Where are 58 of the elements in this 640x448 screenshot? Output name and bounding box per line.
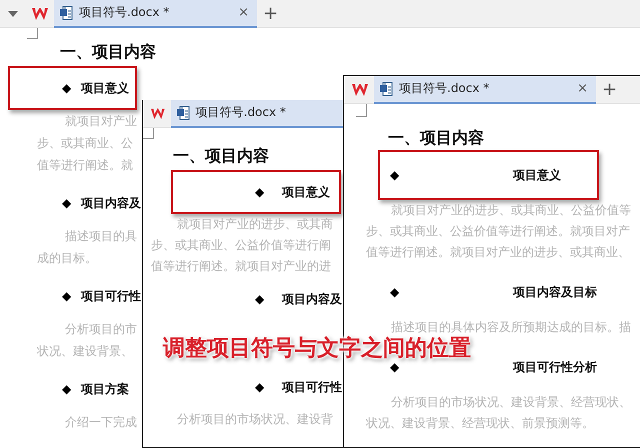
bullet-symbol: ◆ xyxy=(255,185,264,199)
item-title: 项目方案 xyxy=(81,380,130,398)
section-heading: 一、项目内容 xyxy=(173,146,270,167)
item-title: 项目内容及 xyxy=(282,290,342,308)
item-title: 项目可行性分析 xyxy=(513,358,598,376)
bullet-symbol: ◆ xyxy=(62,382,72,396)
logo-icon[interactable] xyxy=(151,108,165,120)
bullet-symbol: ◆ xyxy=(62,196,72,210)
item-title: 项目意义 xyxy=(513,166,562,184)
section-heading: 一、项目内容 xyxy=(388,128,485,149)
body-text-line: 步、或其商业、公益价值等进行阐述。就项目对产 xyxy=(366,223,630,240)
bullet-symbol: ◆ xyxy=(390,285,400,299)
document-icon xyxy=(60,6,73,20)
body-text-line: 状况、建设背景、经营现状、前景预测等。 xyxy=(366,415,594,432)
item-title: 项目可行性 xyxy=(282,378,342,396)
body-text-line: 值等进行阐述。就 xyxy=(37,157,133,174)
document-tab[interactable]: 项目符号.docx * × xyxy=(374,76,596,104)
bullet-symbol: ◆ xyxy=(390,168,400,182)
close-tab-button[interactable]: × xyxy=(577,81,588,96)
body-text-line: 成的目标。 xyxy=(37,250,97,267)
new-tab-button[interactable]: + xyxy=(602,80,618,98)
body-text-line: 就项目对产业的进步、或其商 xyxy=(177,216,333,233)
corner-mark xyxy=(356,104,367,117)
item-title: 项目可行性 xyxy=(81,288,142,304)
body-text-line: 值等进行阐述。就项目对产业的进步、或其商业、 xyxy=(366,244,630,261)
body-text-line: 描述项目的具体内容及所预期达成的目标。描 xyxy=(391,319,631,336)
section-heading: 一、项目内容 xyxy=(60,42,157,63)
bullet-symbol: ◆ xyxy=(255,380,264,394)
logo-icon[interactable] xyxy=(352,84,368,96)
document-icon xyxy=(176,106,190,120)
body-text-line: 就项目对产业的进步、或其商业、公益价值等 xyxy=(391,202,631,219)
close-tab-button[interactable]: × xyxy=(238,5,249,20)
body-text-line: 步、或其商业、公益价值等进行阐 xyxy=(151,237,331,254)
body-text-line: 值等进行阐述。就项目对产业的进 xyxy=(151,258,331,275)
body-text-line: 分析项目的市场状况、建设背 xyxy=(177,411,333,428)
item-title: 项目意义 xyxy=(282,184,330,200)
body-text-line: 状况、建设背景、 xyxy=(37,343,133,360)
corner-mark xyxy=(143,128,154,139)
corner-mark xyxy=(27,28,38,39)
item-title: 项目内容及 xyxy=(81,194,142,212)
bullet-symbol: ◆ xyxy=(390,360,400,374)
bullet-symbol: ◆ xyxy=(255,292,264,306)
document-icon xyxy=(380,82,393,96)
bullet-symbol: ◆ xyxy=(62,289,72,303)
item-title: 项目意义 xyxy=(81,80,130,96)
new-tab-button[interactable]: + xyxy=(263,4,278,22)
body-text-line: 介绍一下完成 xyxy=(65,414,137,431)
document-tab[interactable]: 项目符号.docx * xyxy=(170,100,343,128)
body-text-line: 描述项目的具 xyxy=(65,228,137,245)
bullet-symbol: ◆ xyxy=(62,81,72,95)
caret-icon[interactable] xyxy=(8,10,18,16)
document-tab[interactable]: 项目符号.docx * × xyxy=(54,0,257,28)
body-text-line: 就项目对产业 xyxy=(65,113,137,130)
body-text-line: 分析项目的市 xyxy=(65,321,137,338)
body-text-line: 分析项目的市场状况、建设背景、经营现状、 xyxy=(391,394,631,411)
body-text-line: 步、或其商业、公 xyxy=(37,135,133,152)
logo-icon[interactable] xyxy=(32,8,48,20)
item-title: 项目内容及目标 xyxy=(513,284,598,300)
